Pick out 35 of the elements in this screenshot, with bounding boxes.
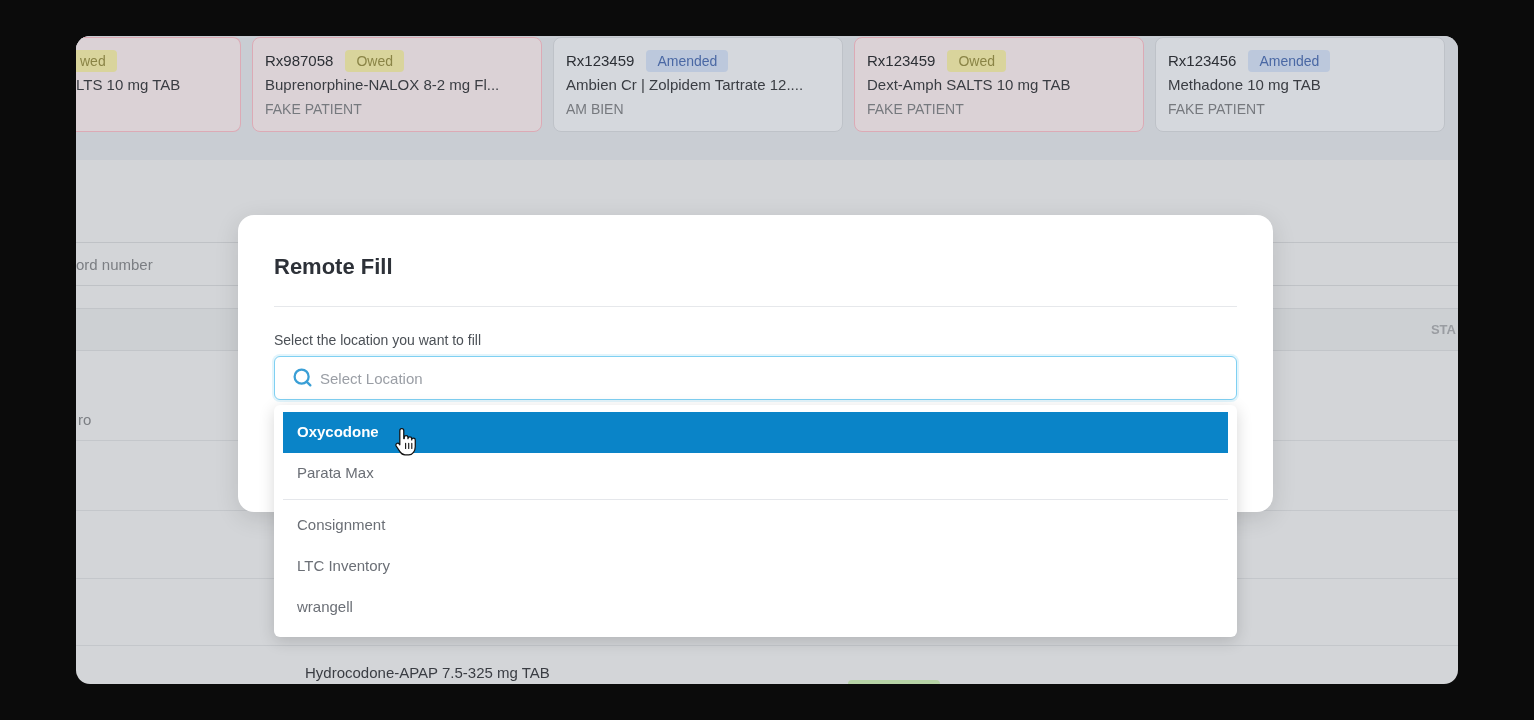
patient-name: AM BIEN xyxy=(566,100,624,119)
status-badge: Amended xyxy=(646,50,729,72)
hand-cursor-icon xyxy=(395,427,416,457)
prescription-card[interactable]: Rx123456 Amended Methadone 10 mg TAB FAKE PATIENT xyxy=(1155,37,1445,132)
status-badge: Owed xyxy=(345,50,404,72)
location-field[interactable]: Select Location xyxy=(274,356,1237,400)
prescription-card[interactable]: Rx123459 Owed Dext-Amph SALTS 10 mg TAB FAKE PATIENT xyxy=(854,37,1144,132)
status-badge: Owed xyxy=(947,50,1006,72)
dropdown-option[interactable]: LTC Inventory xyxy=(283,546,1228,587)
dropdown-option[interactable]: Consignment xyxy=(283,505,1228,546)
search-icon xyxy=(292,367,313,388)
cell-text: ro xyxy=(78,410,92,430)
cell-text: Hydrocodone-APAP 7.5-325 mg TAB xyxy=(305,664,550,682)
drug-name: Ambien Cr | Zolpidem Tartrate 12.... xyxy=(566,75,804,95)
prescription-card[interactable]: wed LTS 10 mg TAB xyxy=(76,37,241,132)
drug-name: Dext-Amph SALTS 10 mg TAB xyxy=(867,75,1071,95)
patient-name: FAKE PATIENT xyxy=(265,100,362,119)
prescription-card[interactable]: Rx987058 Owed Buprenorphine-NALOX 8-2 mg Fl... FAKE PATIENT xyxy=(252,37,542,132)
field-label: Select the location you want to fill xyxy=(274,331,481,350)
dropdown-option[interactable]: wrangell xyxy=(283,587,1228,628)
drug-name: Methadone 10 mg TAB xyxy=(1168,75,1321,95)
rx-number: Rx123459 xyxy=(566,50,635,71)
dialog-title: Remote Fill xyxy=(274,253,393,281)
rx-number: Rx987058 xyxy=(265,50,334,71)
drug-name: LTS 10 mg TAB xyxy=(76,75,181,95)
rx-number: Rx123456 xyxy=(1168,50,1237,71)
status-badge: Amended xyxy=(1248,50,1331,72)
drug-name: Buprenorphine-NALOX 8-2 mg Fl... xyxy=(265,75,500,95)
dropdown-option[interactable]: Parata Max xyxy=(283,453,1228,494)
status-badge: wed xyxy=(76,50,117,72)
patient-name: FAKE PATIENT xyxy=(1168,100,1265,119)
prescription-card[interactable]: Rx123459 Amended Ambien Cr | Zolpidem Tartrate 12.... AM BIEN xyxy=(553,37,843,132)
dropdown-option[interactable]: Oxycodone xyxy=(283,412,1228,453)
patient-name: FAKE PATIENT xyxy=(867,100,964,119)
rx-number: Rx123459 xyxy=(867,50,936,71)
